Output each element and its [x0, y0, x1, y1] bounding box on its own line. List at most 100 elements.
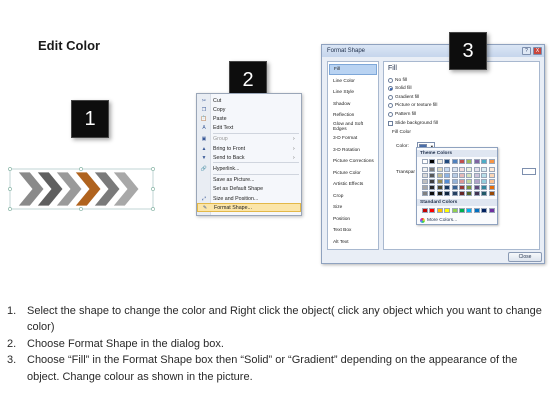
selection-handle[interactable] — [79, 167, 83, 171]
standard-color-swatch[interactable] — [436, 208, 443, 213]
menu-item-paste[interactable]: 📋 Paste — [197, 114, 301, 123]
nav-item-glow-and-soft-edges[interactable]: Glow and Soft Edges — [329, 122, 377, 133]
color-swatch[interactable] — [458, 159, 465, 164]
fill-option-solid-fill[interactable]: Solid fill — [388, 85, 412, 93]
menu-item-group[interactable]: ▣ Group › — [197, 135, 301, 144]
color-swatch[interactable] — [473, 185, 480, 190]
nav-item-crop[interactable]: Crop — [329, 191, 377, 202]
nav-item-fill[interactable]: Fill — [329, 64, 377, 75]
color-swatch[interactable] — [444, 167, 451, 172]
color-swatch[interactable] — [481, 159, 488, 164]
nav-item-text-box[interactable]: Text Box — [329, 225, 377, 236]
standard-color-swatch[interactable] — [451, 208, 458, 213]
color-swatch[interactable] — [488, 173, 495, 178]
color-swatch[interactable] — [458, 173, 465, 178]
color-swatch[interactable] — [444, 179, 451, 184]
menu-item-size-and-position[interactable]: ⤢ Size and Position... — [197, 194, 301, 203]
color-swatch[interactable] — [466, 179, 473, 184]
selection-handle[interactable] — [151, 187, 155, 191]
color-swatch[interactable] — [422, 185, 428, 190]
color-swatch[interactable] — [451, 167, 458, 172]
color-swatch[interactable] — [473, 173, 480, 178]
color-swatch[interactable] — [422, 159, 428, 164]
selection-handle[interactable] — [151, 207, 155, 211]
color-swatch[interactable] — [466, 185, 473, 190]
menu-item-hyperlink[interactable]: 🔗 Hyperlink... — [197, 164, 301, 173]
color-swatch[interactable] — [422, 173, 428, 178]
standard-color-swatch[interactable] — [466, 208, 473, 213]
nav-item-line-color[interactable]: Line Color — [329, 76, 377, 87]
color-swatch[interactable] — [451, 185, 458, 190]
nav-item-line-style[interactable]: Line Style — [329, 87, 377, 98]
standard-color-swatch[interactable] — [429, 208, 436, 213]
color-swatch[interactable] — [488, 185, 495, 190]
standard-color-swatch[interactable] — [488, 208, 495, 213]
nav-item-3-d-format[interactable]: 3-D Format — [329, 133, 377, 144]
color-swatch[interactable] — [481, 191, 488, 196]
nav-item-alt-text[interactable]: Alt Text — [329, 237, 377, 248]
chevron-arrows-shape[interactable] — [8, 166, 158, 212]
color-swatch[interactable] — [429, 173, 436, 178]
nav-item-picture-corrections[interactable]: Picture Corrections — [329, 156, 377, 167]
fill-option-slide-background-fill[interactable]: Slide background fill — [388, 119, 438, 127]
color-swatch[interactable] — [473, 159, 480, 164]
color-swatch[interactable] — [466, 191, 473, 196]
standard-color-swatch[interactable] — [458, 208, 465, 213]
selection-handle[interactable] — [8, 187, 12, 191]
color-swatch[interactable] — [458, 185, 465, 190]
radio-button[interactable] — [388, 103, 393, 109]
color-swatch[interactable] — [436, 159, 443, 164]
color-swatch[interactable] — [436, 185, 443, 190]
menu-item-save-as-picture[interactable]: Save as Picture... — [197, 176, 301, 185]
color-swatch[interactable] — [429, 191, 436, 196]
color-swatch[interactable] — [481, 173, 488, 178]
color-swatch[interactable] — [458, 179, 465, 184]
color-swatch[interactable] — [444, 159, 451, 164]
menu-item-send-to-back[interactable]: ▼ Send to Back › — [197, 153, 301, 162]
menu-item-edit-text[interactable]: A Edit Text — [197, 124, 301, 133]
color-swatch[interactable] — [429, 185, 436, 190]
color-swatch[interactable] — [473, 179, 480, 184]
menu-item-cut[interactable]: ✂ Cut — [197, 96, 301, 105]
color-swatch[interactable] — [436, 179, 443, 184]
color-swatch[interactable] — [451, 191, 458, 196]
color-swatch[interactable] — [481, 179, 488, 184]
menu-item-format-shape[interactable]: ✎ Format Shape... — [197, 203, 301, 213]
radio-button[interactable] — [388, 94, 393, 100]
nav-item-artistic-effects[interactable]: Artistic Effects — [329, 179, 377, 190]
color-swatch[interactable] — [473, 167, 480, 172]
standard-color-swatch[interactable] — [481, 208, 488, 213]
color-swatch[interactable] — [466, 173, 473, 178]
color-swatch[interactable] — [488, 167, 495, 172]
fill-option-picture-or-texture-fill[interactable]: Picture or texture fill — [388, 102, 437, 110]
color-swatch[interactable] — [473, 191, 480, 196]
color-swatch[interactable] — [488, 179, 495, 184]
fill-option-no-fill[interactable]: No fill — [388, 76, 407, 84]
color-swatch[interactable] — [458, 191, 465, 196]
color-swatch[interactable] — [429, 167, 436, 172]
standard-color-swatch[interactable] — [473, 208, 480, 213]
color-swatch[interactable] — [436, 173, 443, 178]
radio-button[interactable] — [388, 77, 393, 83]
menu-item-set-as-default-shape[interactable]: Set as Default Shape — [197, 185, 301, 194]
dialog-titlebar[interactable]: Format Shape — [322, 45, 544, 57]
nav-item-size[interactable]: Size — [329, 202, 377, 213]
color-swatch[interactable] — [422, 191, 428, 196]
radio-button[interactable] — [388, 111, 393, 117]
color-swatch[interactable] — [451, 159, 458, 164]
color-swatch[interactable] — [488, 159, 495, 164]
nav-item-position[interactable]: Position — [329, 214, 377, 225]
nav-item-3-d-rotation[interactable]: 3-D Rotation — [329, 145, 377, 156]
nav-item-reflection[interactable]: Reflection — [329, 110, 377, 121]
color-swatch[interactable] — [466, 159, 473, 164]
menu-item-bring-to-front[interactable]: ▲ Bring to Front › — [197, 144, 301, 153]
radio-button[interactable] — [388, 86, 393, 92]
fill-option-gradient-fill[interactable]: Gradient fill — [388, 93, 419, 101]
more-colors-item[interactable]: More Colors... — [420, 218, 457, 223]
color-swatch[interactable] — [481, 167, 488, 172]
color-swatch[interactable] — [488, 191, 495, 196]
selection-handle[interactable] — [79, 207, 83, 211]
color-swatch[interactable] — [436, 191, 443, 196]
selection-handle[interactable] — [151, 167, 155, 171]
chevron-arrow[interactable] — [17, 171, 45, 207]
